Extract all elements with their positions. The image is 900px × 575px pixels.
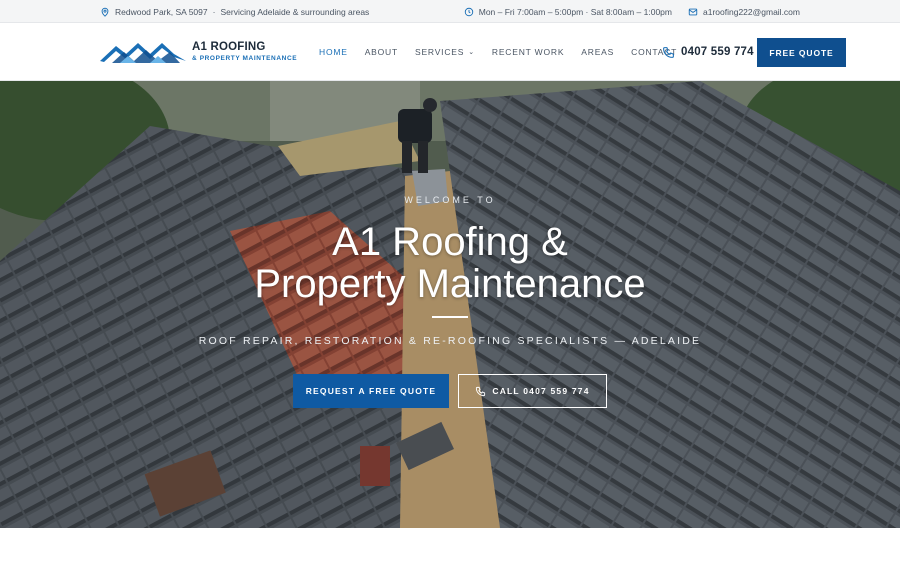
hero-kicker: WELCOME TO bbox=[404, 195, 496, 205]
service-area-text: Servicing Adelaide & surrounding areas bbox=[220, 6, 370, 17]
nav-services[interactable]: SERVICES ⌄ bbox=[415, 47, 475, 57]
hero-title-line-2: Property Maintenance bbox=[254, 262, 646, 306]
top-bar-email[interactable]: a1roofing222@gmail.com bbox=[688, 7, 800, 17]
phone-icon bbox=[476, 386, 486, 396]
nav-recent-work-label: RECENT WORK bbox=[491, 47, 565, 57]
free-quote-button[interactable]: FREE QUOTE bbox=[757, 38, 846, 67]
clock-icon bbox=[464, 7, 473, 16]
top-info-bar: Redwood Park, SA 5097 · Servicing Adelai… bbox=[0, 0, 900, 23]
logo-subtitle: & PROPERTY MAINTENANCE bbox=[192, 54, 298, 62]
nav-areas[interactable]: AREAS bbox=[581, 47, 614, 57]
hero-divider bbox=[432, 316, 468, 318]
request-quote-button[interactable]: REQUEST A FREE QUOTE bbox=[293, 374, 449, 408]
hero-content: WELCOME TO A1 Roofing & Property Mainten… bbox=[0, 81, 900, 528]
hours-text: Mon – Fri 7:00am – 5:00pm · Sat 8:00am –… bbox=[478, 6, 672, 17]
nav-recent-work[interactable]: RECENT WORK bbox=[492, 47, 564, 57]
location-text: Redwood Park, SA 5097 bbox=[115, 6, 208, 17]
call-button[interactable]: CALL 0407 559 774 bbox=[458, 374, 607, 408]
phone-icon bbox=[663, 46, 674, 58]
email-link[interactable]: a1roofing222@gmail.com bbox=[703, 7, 800, 17]
nav-about-label: ABOUT bbox=[364, 47, 398, 57]
roof-logo-icon bbox=[100, 43, 186, 63]
nav-services-label: SERVICES bbox=[414, 47, 465, 57]
hero-title-line-1: A1 Roofing & bbox=[332, 220, 568, 264]
nav-about[interactable]: ABOUT bbox=[365, 47, 398, 57]
map-pin-icon bbox=[101, 7, 109, 17]
site-header: A1 ROOFING & PROPERTY MAINTENANCE HOME A… bbox=[0, 23, 900, 81]
below-hero-section bbox=[0, 528, 900, 575]
logo-title: A1 ROOFING bbox=[192, 40, 266, 53]
site-logo[interactable]: A1 ROOFING & PROPERTY MAINTENANCE bbox=[100, 37, 297, 67]
top-bar-location: Redwood Park, SA 5097 · Servicing Adelai… bbox=[100, 0, 369, 23]
nav-home-label: HOME bbox=[319, 47, 348, 57]
header-phone-number[interactable]: 0407 559 774 bbox=[681, 46, 754, 58]
nav-home[interactable]: HOME bbox=[319, 47, 348, 57]
hero-title: A1 Roofing & Property Maintenance bbox=[0, 221, 900, 305]
chevron-down-icon: ⌄ bbox=[468, 49, 475, 56]
call-button-label: CALL 0407 559 774 bbox=[492, 386, 590, 396]
location-separator: · bbox=[212, 6, 216, 17]
hero-subtitle: ROOF REPAIR, RESTORATION & RE-ROOFING SP… bbox=[198, 335, 702, 347]
hero-section: WELCOME TO A1 Roofing & Property Mainten… bbox=[0, 81, 900, 528]
main-nav: HOME ABOUT SERVICES ⌄ RECENT WORK AREAS C… bbox=[319, 23, 694, 81]
mail-icon bbox=[688, 8, 698, 15]
nav-areas-label: AREAS bbox=[581, 47, 615, 57]
top-bar-hours: Mon – Fri 7:00am – 5:00pm · Sat 8:00am –… bbox=[464, 7, 672, 17]
header-phone[interactable]: 0407 559 774 bbox=[662, 23, 754, 81]
